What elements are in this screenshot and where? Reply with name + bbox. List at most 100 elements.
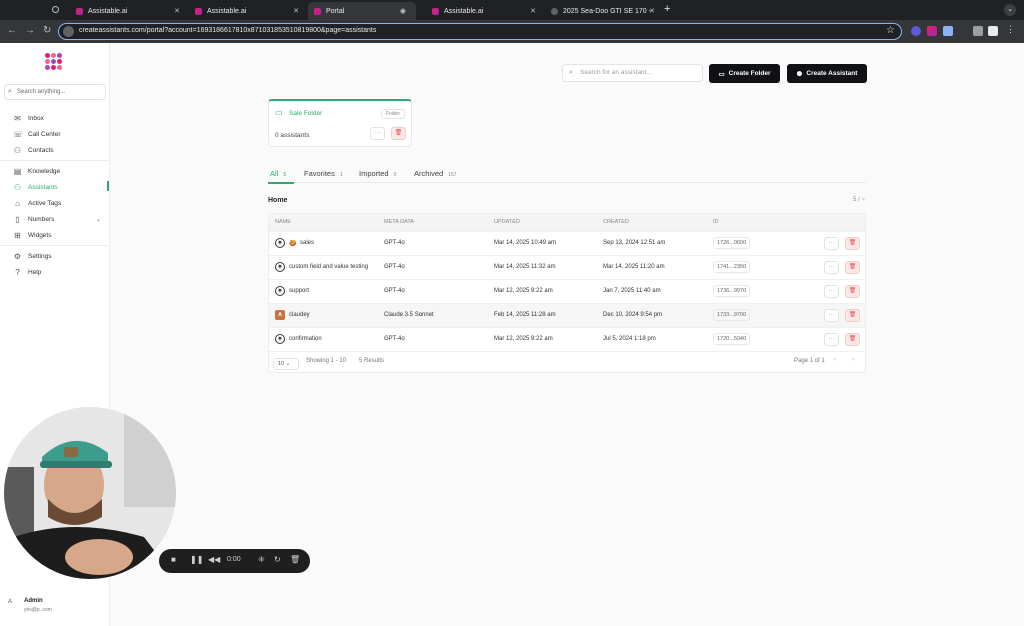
extension-icon[interactable] xyxy=(927,26,937,36)
extension-icon[interactable] xyxy=(988,26,998,36)
tab-search-icon[interactable]: ⌄ xyxy=(1004,4,1016,16)
extension-icon[interactable] xyxy=(943,26,953,36)
sidebar-item-numbers[interactable]: ▯ Numbers ⌄ xyxy=(13,213,109,225)
assistant-id[interactable]: 1736...9970 xyxy=(713,285,751,297)
prev-page-icon[interactable]: ‹ xyxy=(834,357,836,363)
assistant-id[interactable]: 1733...9700 xyxy=(713,309,751,321)
browser-tab[interactable]: 2025 Sea-Doo GTI SE 170 - ... ✕ xyxy=(545,2,661,20)
column-header-updated[interactable]: UPDATED xyxy=(494,219,520,225)
pause-icon[interactable]: ❚❚ xyxy=(190,555,203,564)
restart-icon[interactable]: ↻ xyxy=(274,555,281,564)
table-row[interactable]: ✺ support GPT-4o Mar 12, 2025 9:22 am Ja… xyxy=(269,279,865,303)
sidebar-item-assistants[interactable]: ⚇ Assistants xyxy=(13,181,109,193)
bookmark-star-icon[interactable]: ☆ xyxy=(886,25,895,36)
assistant-model: Claude 3.5 Sonnet xyxy=(384,312,434,318)
back-arrow-icon[interactable]: ← xyxy=(7,25,17,36)
folder-delete-button[interactable]: 🗑 xyxy=(391,127,406,140)
assistant-name[interactable]: custom field and value testing xyxy=(289,264,368,270)
sidebar-item-help[interactable]: ? Help xyxy=(13,266,109,278)
search-icon: ⌕ xyxy=(8,88,12,95)
tab-imported[interactable]: Imported 0 xyxy=(359,169,396,178)
sidebar-item-knowledge[interactable]: ▤ Knowledge xyxy=(13,165,109,177)
sidebar-item-active-tags[interactable]: ⌂ Active Tags xyxy=(13,197,109,209)
trash-icon[interactable]: 🗑 xyxy=(290,555,300,564)
gear-icon: ⚙ xyxy=(13,251,22,261)
url-text[interactable]: createassistants.com/portal?account=1693… xyxy=(79,27,376,34)
close-icon[interactable]: ✕ xyxy=(530,7,536,15)
folder-name[interactable]: Sale Folder xyxy=(289,110,322,117)
row-delete-button[interactable]: 🗑 xyxy=(845,285,860,298)
close-icon[interactable]: ✕ xyxy=(174,7,180,15)
site-info-icon[interactable] xyxy=(63,26,74,37)
assistant-name[interactable]: sales xyxy=(300,240,314,246)
browser-tab-bar: Assistable.ai ✕ Assistable.ai ✕ Portal ◉… xyxy=(0,0,1024,20)
folder-card[interactable]: ▭ Sale Folder Folder 0 assistants ··· 🗑 xyxy=(268,99,412,147)
webcam-person-image xyxy=(4,407,176,579)
table-row[interactable]: ✺ 🍪 sales GPT-4o Mar 14, 2025 10:49 am S… xyxy=(269,231,865,255)
assistant-id[interactable]: 1741...2350 xyxy=(713,261,751,273)
inbox-icon: ✉ xyxy=(14,113,21,123)
book-icon: ▤ xyxy=(13,166,22,176)
user-profile[interactable]: A Admin yes@p..com xyxy=(0,591,110,621)
row-delete-button[interactable]: 🗑 xyxy=(845,309,860,322)
assistant-name[interactable]: claudey xyxy=(289,312,310,318)
sidebar-item-label: Inbox xyxy=(28,114,44,122)
assistant-id[interactable]: 1726...0600 xyxy=(713,237,751,249)
sidebar-item-settings[interactable]: ⚙ Settings xyxy=(13,250,109,262)
kebab-menu-icon[interactable]: ⋮ xyxy=(1006,24,1016,34)
stop-icon[interactable]: ■ xyxy=(171,555,176,564)
browser-tab[interactable]: Assistable.ai ✕ xyxy=(70,2,186,20)
sidebar-search-input[interactable]: ⌕ Search anything... xyxy=(4,84,106,100)
extension-icon[interactable] xyxy=(911,26,921,36)
assistant-name[interactable]: confirmation xyxy=(289,336,322,342)
row-delete-button[interactable]: 🗑 xyxy=(845,237,860,250)
sidebar-item-contacts[interactable]: ⚇ Contacts xyxy=(13,144,109,156)
rewind-icon[interactable]: ◀◀ xyxy=(208,555,220,564)
extension-icon[interactable] xyxy=(973,26,983,36)
row-delete-button[interactable]: 🗑 xyxy=(845,333,860,346)
table-row[interactable]: ✺ custom field and value testing GPT-4o … xyxy=(269,255,865,279)
per-page-select[interactable]: 10 ⌄ xyxy=(273,358,299,370)
audio-icon[interactable]: ◉ xyxy=(400,7,406,15)
showing-range: Showing 1 - 10 xyxy=(306,358,347,364)
assistant-id[interactable]: 1720...5040 xyxy=(713,333,751,345)
tab-all[interactable]: All 5 xyxy=(270,169,286,178)
folder-icon: ▭ xyxy=(275,108,283,117)
sidebar-item-widgets[interactable]: ⊞ Widgets xyxy=(13,229,109,241)
create-assistant-button[interactable]: ⚉ Create Assistant xyxy=(787,64,867,83)
browser-tab[interactable]: Assistable.ai ✕ xyxy=(189,2,305,20)
sidebar-item-label: Numbers xyxy=(28,215,55,223)
table-row[interactable]: A claudey Claude 3.5 Sonnet Feb 14, 2025… xyxy=(269,303,865,327)
row-more-button[interactable]: ··· xyxy=(824,333,839,346)
tab-label: Favorites xyxy=(304,169,335,178)
reload-icon[interactable]: ↻ xyxy=(43,25,51,36)
row-delete-button[interactable]: 🗑 xyxy=(845,261,860,274)
tab-archived[interactable]: Archived 157 xyxy=(414,169,457,178)
row-more-button[interactable]: ··· xyxy=(824,261,839,274)
row-more-button[interactable]: ··· xyxy=(824,309,839,322)
grid-icon[interactable]: ⁜ xyxy=(258,555,265,564)
column-header-created[interactable]: CREATED xyxy=(603,219,629,225)
close-icon[interactable]: ✕ xyxy=(293,7,299,15)
row-more-button[interactable]: ··· xyxy=(824,285,839,298)
table-row[interactable]: ✺ confirmation GPT-4o Mar 12, 2025 9:22 … xyxy=(269,327,865,351)
tab-favorites[interactable]: Favorites 1 xyxy=(304,169,343,178)
address-bar[interactable]: createassistants.com/portal?account=1693… xyxy=(58,23,902,40)
column-header-name[interactable]: NAME xyxy=(275,219,291,225)
pager-indicator[interactable]: 5 / ~ xyxy=(853,197,865,203)
assistant-name[interactable]: support xyxy=(289,288,309,294)
browser-tab[interactable]: Assistable.ai ✕ xyxy=(426,2,542,20)
new-tab-icon[interactable]: + xyxy=(664,3,670,15)
assistant-search-input[interactable]: ⌕ Search for an assistant... xyxy=(562,64,703,82)
button-label: Create Assistant xyxy=(806,70,858,77)
forward-arrow-icon[interactable]: → xyxy=(25,25,35,36)
folder-more-button[interactable]: ··· xyxy=(370,127,385,140)
folder-icon: ▭ xyxy=(718,70,725,78)
close-icon[interactable]: ✕ xyxy=(649,7,655,15)
sidebar-item-call-center[interactable]: ☏ Call Center xyxy=(13,128,109,140)
create-folder-button[interactable]: ▭ Create Folder xyxy=(709,64,780,83)
row-more-button[interactable]: ··· xyxy=(824,237,839,250)
next-page-icon[interactable]: › xyxy=(852,357,854,363)
browser-tab-active[interactable]: Portal ◉ xyxy=(308,2,416,20)
sidebar-item-inbox[interactable]: ✉ Inbox xyxy=(13,112,109,124)
